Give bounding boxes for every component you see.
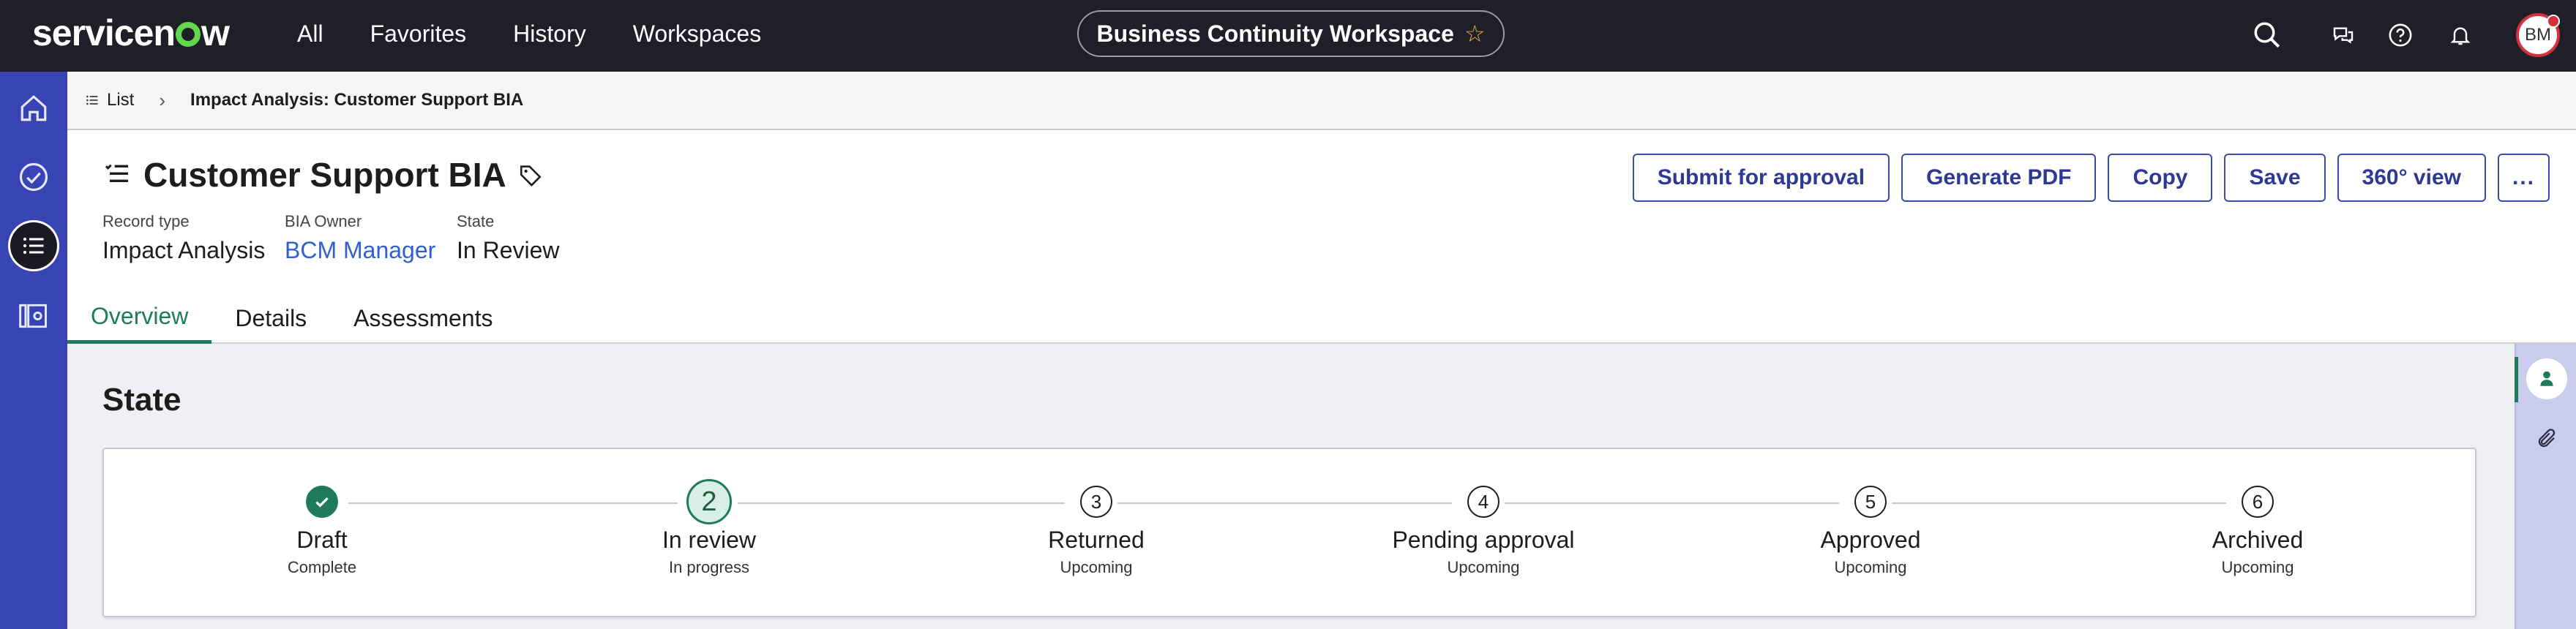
step-approved: 5 Approved Upcoming	[1761, 486, 1980, 577]
step-archived: 6 Archived Upcoming	[2148, 486, 2367, 577]
chevron-right-icon: ›	[159, 88, 166, 111]
person-icon[interactable]	[2526, 358, 2567, 399]
nav-favorites[interactable]: Favorites	[370, 20, 467, 48]
state-section-title: State	[102, 382, 181, 418]
field-label: Record type	[102, 212, 190, 230]
record-tabs: Overview Details Assessments	[67, 293, 516, 344]
avatar-initials: BM	[2525, 25, 2551, 45]
step-name: Pending approval	[1392, 527, 1575, 553]
step-name: Archived	[2212, 527, 2304, 553]
step-number: 2	[686, 479, 732, 524]
page-title: Customer Support BIA	[143, 156, 506, 194]
copy-button[interactable]: Copy	[2108, 154, 2213, 202]
breadcrumb-current: Impact Analysis: Customer Support BIA	[190, 90, 524, 110]
breadcrumb-list-link[interactable]: List	[85, 90, 134, 110]
active-indicator	[2515, 357, 2518, 402]
field-label: State	[457, 212, 495, 230]
home-icon[interactable]	[10, 85, 57, 132]
save-button[interactable]: Save	[2224, 154, 2326, 202]
search-icon[interactable]	[2248, 16, 2286, 54]
tab-details[interactable]: Details	[211, 293, 330, 344]
top-navigation-bar: servicen w All Favorites History Workspac…	[0, 0, 2576, 72]
workspace-title-pill[interactable]: Business Continuity Workspace ☆	[1077, 10, 1505, 57]
step-status: In progress	[668, 558, 750, 576]
stepper-connector-lines	[348, 502, 2226, 504]
map-book-icon[interactable]	[10, 293, 57, 339]
step-in-review: 2 In review In progress	[599, 479, 819, 577]
servicenow-logo[interactable]: servicen w	[32, 12, 230, 54]
list-icon[interactable]	[10, 222, 57, 269]
nav-workspaces[interactable]: Workspaces	[633, 20, 761, 48]
step-status: Upcoming	[1060, 558, 1133, 576]
check-circle-icon[interactable]	[10, 154, 57, 200]
step-number: 4	[1467, 486, 1499, 518]
step-pending-approval: 4 Pending approval Upcoming	[1374, 486, 1593, 577]
step-status: Upcoming	[2221, 558, 2294, 576]
right-side-panel	[2515, 344, 2576, 629]
step-number: 5	[1854, 486, 1887, 518]
more-actions-button[interactable]: ...	[2497, 154, 2550, 202]
generate-pdf-button[interactable]: Generate PDF	[1901, 154, 2097, 202]
field-label: BIA Owner	[285, 212, 362, 230]
step-returned: 3 Returned Upcoming	[986, 486, 1206, 577]
workspace-title: Business Continuity Workspace	[1096, 20, 1454, 47]
tag-icon[interactable]	[518, 162, 543, 187]
submit-for-approval-button[interactable]: Submit for approval	[1632, 154, 1890, 202]
bia-owner-link[interactable]: BCM Manager	[285, 237, 435, 264]
nav-history[interactable]: History	[513, 20, 586, 48]
step-status: Complete	[287, 558, 357, 576]
top-nav-menu: All Favorites History Workspaces	[297, 20, 808, 48]
star-icon[interactable]: ☆	[1464, 20, 1486, 48]
record-header: Customer Support BIA Record type Impact …	[67, 130, 2576, 344]
step-number: 3	[1080, 486, 1112, 518]
field-record-type: Record type Impact Analysis	[102, 212, 265, 264]
overview-content: State Draft Complete 2 In review In prog…	[67, 344, 2515, 629]
left-rail	[0, 72, 67, 629]
logo-o-mark	[175, 22, 201, 47]
field-state: State In Review	[457, 212, 560, 264]
help-icon[interactable]	[2381, 16, 2419, 54]
step-status: Upcoming	[1447, 558, 1520, 576]
check-icon	[306, 486, 338, 518]
nav-all[interactable]: All	[297, 20, 323, 48]
360-view-button[interactable]: 360° view	[2337, 154, 2486, 202]
step-name: Approved	[1820, 527, 1921, 553]
step-name: In review	[662, 527, 757, 553]
field-value: In Review	[457, 237, 560, 263]
list-detail-icon	[105, 164, 128, 182]
tab-overview[interactable]: Overview	[67, 293, 212, 344]
list-icon	[86, 95, 98, 105]
breadcrumb: List › Impact Analysis: Customer Support…	[67, 72, 2576, 130]
step-name: Draft	[296, 527, 348, 553]
step-draft: Draft Complete	[212, 486, 432, 577]
record-actions: Submit for approval Generate PDF Copy Sa…	[1632, 154, 2550, 202]
chat-icon[interactable]	[2324, 16, 2362, 54]
user-avatar[interactable]: BM	[2516, 13, 2560, 57]
tab-assessments[interactable]: Assessments	[330, 293, 516, 344]
status-dot	[2547, 15, 2560, 28]
state-stepper-card: Draft Complete 2 In review In progress 3…	[102, 448, 2476, 617]
step-name: Returned	[1048, 527, 1145, 553]
record-title-row: Customer Support BIA	[102, 155, 543, 195]
field-value: Impact Analysis	[102, 237, 266, 263]
step-status: Upcoming	[1834, 558, 1907, 576]
breadcrumb-list-label: List	[107, 90, 135, 110]
logo-text-part: servicen	[32, 12, 176, 53]
field-bia-owner: BIA Owner BCM Manager	[285, 212, 435, 264]
step-number: 6	[2242, 486, 2274, 518]
paperclip-icon[interactable]	[2526, 418, 2567, 459]
logo-text-part: w	[201, 12, 230, 53]
bell-icon[interactable]	[2441, 16, 2479, 54]
